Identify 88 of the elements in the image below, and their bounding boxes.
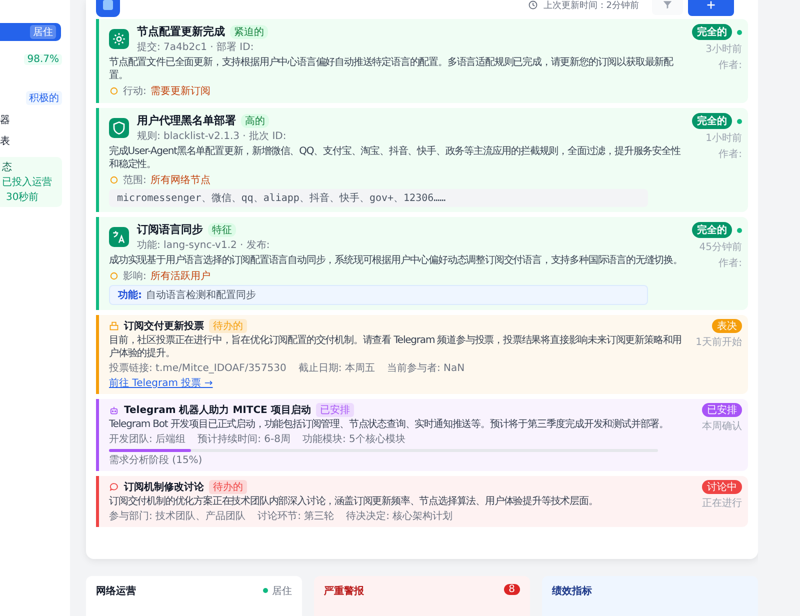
status-text: 态 (2, 160, 13, 174)
update-icon (109, 227, 129, 247)
info-icon (109, 175, 119, 185)
status-text: 居住 (272, 585, 292, 598)
status-dot-icon (737, 118, 742, 124)
notice-title: 订阅机制修改讨论 (124, 480, 204, 494)
update-title: 订阅语言同步 (137, 222, 203, 237)
notice-title: 订阅交付更新投票 (124, 319, 204, 333)
robot-icon (109, 405, 119, 415)
notice-meta: 开发团队: 后端组 (109, 432, 186, 446)
update-description: 节点配置文件已全面更新，支持根据用户中心语言偏好自动推送特定语言的配置。多语言适配规则已完成，请更新您的订阅以获取最新配置。 (109, 56, 674, 82)
status-badge: 讨论中 (702, 480, 742, 494)
status-text: 30秒前 (5, 190, 40, 204)
time-text: 1天前开始 (696, 336, 742, 349)
status-badge: 98.7% (24, 54, 62, 65)
sidebar-item[interactable]: 器 (0, 113, 70, 126)
status-badge: 完全的 (692, 113, 732, 129)
update-title: 用户代理黑名单部署 (137, 113, 236, 128)
status-badge: 居住 (30, 25, 56, 39)
notice-description: 订阅交付机制的优化方案正在技术团队内部深入讨论，涵盖订阅更新频率、节点选择算法、用户体验提升等技术层面。 (109, 495, 599, 508)
notice-tag: 待办的 (209, 480, 247, 494)
update-meta: 提交: 7a4b2c1 · 部署 ID: (137, 40, 255, 54)
app-logo-icon (96, 0, 120, 17)
status-text: 已投入运营 (2, 176, 53, 189)
footer-value: 所有活跃用户 (150, 270, 210, 283)
author-label: 作者: (718, 58, 742, 72)
priority-tag: 特征 (208, 222, 236, 236)
chat-bubble-icon (109, 482, 119, 492)
time-text: 45分钟前 (699, 240, 742, 254)
feature-label: 功能: (118, 288, 142, 302)
status-badge: 表决 (712, 319, 742, 333)
update-icon (109, 118, 129, 138)
status-dot-icon (737, 228, 742, 232)
card-title: 网络运营 (96, 584, 137, 598)
footer-value: 所有网络节点 (150, 174, 210, 187)
info-icon (109, 271, 119, 281)
notice-title: Telegram 机器人助力 MITCE 项目启动 (124, 403, 311, 417)
status-dot-icon (263, 588, 268, 593)
filter-icon (662, 0, 673, 10)
last-updated-text: 上次更新时间：2分钟前 (543, 0, 639, 12)
notice-meta: 功能模块: 5个核心模块 (302, 432, 406, 446)
notice-meta: 投票链接: t.me/Mitce_IDOAF/357530 (109, 362, 286, 375)
code-block: micromessenger、微信、qq、aliapp、抖音、快手、gov+、12306…… (109, 189, 648, 207)
notice-tag: 已安排 (316, 403, 354, 417)
new-task-button[interactable] (688, 0, 734, 16)
telegram-link[interactable]: 前往 Telegram 投票 → (109, 376, 213, 390)
time-text: 1小时前 (706, 132, 742, 145)
priority-tag: 高的 (241, 114, 269, 128)
time-text: 3小时前 (706, 42, 742, 56)
status-dot-icon (737, 30, 742, 34)
update-icon (109, 29, 129, 49)
ballot-box-icon (109, 321, 119, 331)
clock-icon (528, 0, 538, 10)
plus-icon (706, 0, 716, 10)
notice-meta: 截止日期: 本周五 (298, 362, 375, 375)
status-badge: 已安排 (702, 403, 742, 417)
notice-meta: 参与部门: 技术团队、产品团队 (109, 510, 246, 523)
time-text: 本周确认 (702, 420, 742, 433)
feature-text: 自动语言检测和配置同步 (146, 288, 256, 302)
footer-label: 范围: (123, 174, 146, 187)
notice-description: 目前，社区投票正在进行中，旨在优化订阅配置的交付机制。请查看 Telegram 频道参与投票，投票结果将直接影响未来订阅更新策略和用户体验的提升。 (109, 334, 683, 360)
author-label: 作者: (718, 148, 742, 161)
info-icon (109, 86, 119, 96)
card-title: 严重警报 (324, 584, 365, 598)
author-label: 作者: (718, 256, 742, 270)
card-title: 绩效指标 (552, 584, 593, 598)
count-badge: 8 (504, 584, 520, 595)
notice-meta: 待决决定: 核心架构计划 (346, 510, 453, 523)
notice-tag: 待办的 (209, 319, 247, 333)
update-meta: 功能: lang-sync-v1.2 · 发布: (137, 238, 270, 252)
update-description: 完成User-Agent黑名单配置更新，新增微信、QQ、支付宝、淘宝、抖音、快手、政务等主流应用的拦截规则，全面过滤，提升服务安全性和稳定性。 (109, 145, 682, 171)
update-meta: 规则: blacklist-v2.1.3 · 批次 ID: (137, 130, 286, 143)
status-badge: 完全的 (692, 24, 732, 40)
notice-meta: 讨论环节: 第三轮 (258, 510, 334, 523)
status-badge: 积极的 (26, 91, 62, 105)
status-badge: 完全的 (692, 222, 732, 238)
footer-label: 行动: (123, 85, 146, 98)
footer-label: 影响: (123, 270, 146, 283)
sidebar-item[interactable]: 表 (0, 134, 70, 147)
footer-value: 需要更新订阅 (150, 84, 210, 98)
notice-meta: 预计持续时间: 6-8周 (198, 432, 290, 446)
priority-tag: 紧迫的 (230, 24, 268, 38)
notice-meta: 当前参与者: NaN (386, 362, 465, 375)
progress-label: 需求分析阶段 (15%) (109, 454, 204, 467)
notice-description: Telegram Bot 开发项目已正式启动，功能包括订阅管理、节点状态查询、实时通知推送等。预计将于第三季度完成开发和测试并部署。 (109, 418, 670, 431)
update-title: 节点配置更新完成 (137, 24, 225, 39)
time-text: 正在进行 (702, 496, 742, 510)
update-description: 成功实现基于用户语言选择的订阅配置语言自动同步，系统现可根据用户中心偏好动态调整订阅交付语言，支持多种国际语言的无缝切换。 (109, 254, 684, 267)
